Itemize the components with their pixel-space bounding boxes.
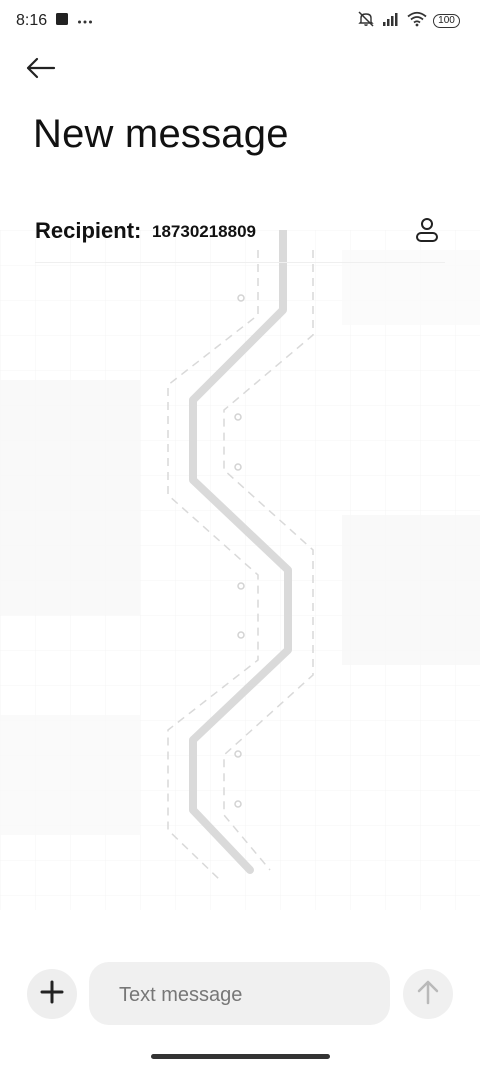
- mute-icon: [357, 10, 375, 33]
- notification-square-icon: [55, 12, 69, 31]
- person-icon: [414, 216, 440, 249]
- circuit-background-pattern: [0, 226, 480, 910]
- recipient-row[interactable]: Recipient: 18730218809: [35, 214, 445, 250]
- recipient-number[interactable]: 18730218809: [152, 222, 256, 242]
- plus-icon: [40, 980, 64, 1009]
- status-right-icons: [357, 10, 427, 33]
- signal-icon: [381, 11, 401, 32]
- more-dots-icon: [77, 12, 93, 30]
- attach-button[interactable]: [27, 969, 77, 1019]
- message-composer: [0, 960, 480, 1030]
- status-time: 8:16: [16, 12, 48, 29]
- wifi-icon: [407, 11, 427, 32]
- message-text-field[interactable]: [89, 962, 390, 1025]
- background-art: [0, 226, 480, 910]
- status-bar: 8:16 100: [0, 0, 480, 44]
- recipient-divider: [35, 262, 445, 263]
- battery-icon: 100: [433, 14, 460, 28]
- page-title: New message: [33, 112, 289, 156]
- arrow-up-icon: [415, 979, 441, 1010]
- message-input[interactable]: [117, 980, 371, 1010]
- status-left-icons: [55, 12, 93, 31]
- select-contact-button[interactable]: [409, 214, 445, 250]
- recipient-label: Recipient:: [35, 218, 142, 243]
- arrow-left-icon: [24, 56, 56, 85]
- send-button[interactable]: [403, 969, 453, 1019]
- back-button[interactable]: [20, 50, 60, 90]
- home-indicator[interactable]: [151, 1054, 330, 1059]
